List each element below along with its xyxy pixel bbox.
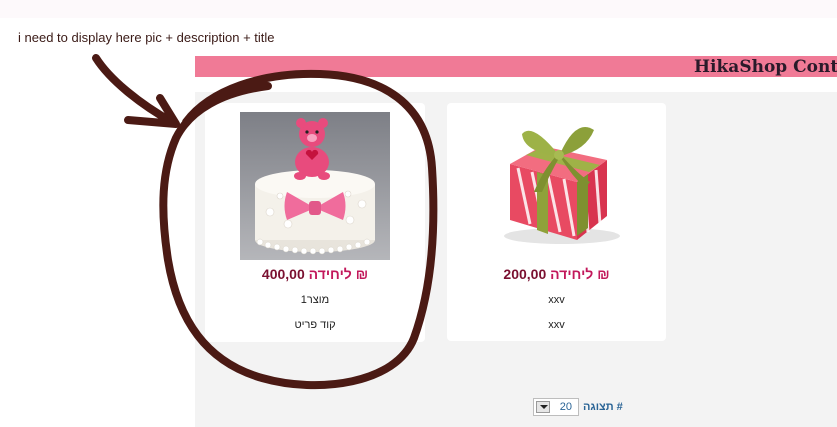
product-code: xxv (548, 319, 565, 331)
top-strip (0, 0, 837, 18)
product-code: קוד פריט (294, 319, 336, 331)
price-amount: 400,00 (261, 266, 305, 282)
product-card-1[interactable]: ₪ ליחידה 400,00 מוצר1 קוד פריט (205, 103, 425, 342)
chevron-down-icon[interactable] (536, 401, 550, 413)
display-label: # תצוגה (583, 401, 623, 413)
product-price: ₪ ליחידה 200,00 (447, 266, 666, 282)
pagination-display: 20 # תצוגה (533, 397, 623, 417)
product-name[interactable]: xxv (447, 294, 666, 306)
header-bar: HikaShop Conte (195, 56, 837, 77)
price-unit: ₪ ליחידה (308, 266, 369, 282)
page-title: HikaShop Conte (694, 57, 837, 77)
per-page-select[interactable]: 20 (533, 398, 579, 416)
annotation-note: i need to display here pic + description… (18, 30, 275, 45)
cake-teddy-bear-image[interactable] (240, 112, 390, 260)
product-price: ₪ ליחידה 400,00 (205, 266, 425, 282)
product-name[interactable]: מוצר1 (205, 294, 425, 306)
price-unit: ₪ ליחידה (550, 266, 610, 282)
gift-box-image[interactable] (482, 112, 632, 260)
price-amount: 200,00 (503, 266, 547, 282)
per-page-value: 20 (559, 401, 572, 413)
product-card-2[interactable]: ₪ ליחידה 200,00 xxv xxv (447, 103, 666, 341)
